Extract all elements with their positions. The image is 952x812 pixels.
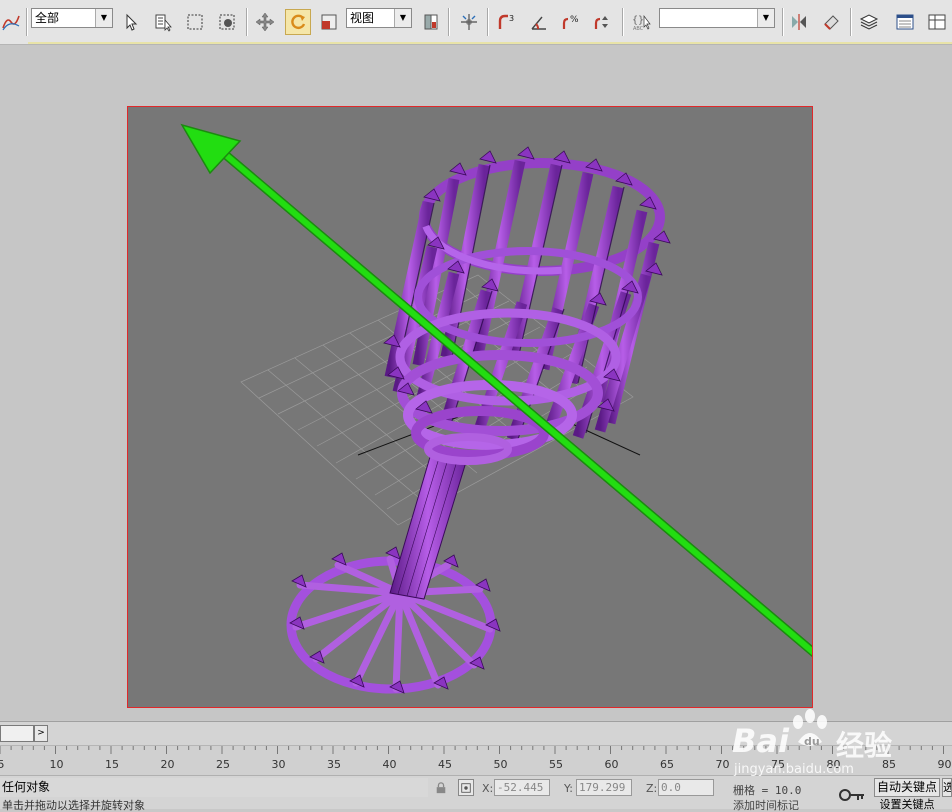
mirror-icon[interactable] [788,9,810,35]
move-icon[interactable] [254,9,276,35]
toolbar-separator [448,8,450,36]
angle-snap-icon[interactable] [528,9,550,35]
set-key-button[interactable]: 设置关键点 [874,799,940,811]
manipulate-icon[interactable] [458,9,480,35]
reference-coord-dropdown[interactable]: 视图 ▼ [346,8,412,28]
tick-label: 50 [493,758,508,771]
chevron-down-icon: ▼ [757,9,774,27]
tick-label: 90 [937,758,952,771]
z-coordinate-field[interactable]: 0.0 [658,779,714,796]
select-icon[interactable] [120,9,142,35]
tick-label: 10 [49,758,64,771]
z-label: Z: [646,782,658,795]
toolbar-separator [26,8,28,36]
status-bar: 任何对象 单击并拖动以选择并旋转对象 X: -52.445 Y: 179.299… [0,775,952,812]
reference-coord-value: 视图 [350,11,375,25]
toolbar-separator [782,8,784,36]
main-toolbar: 全部 ▼ 视图 ▼ 3 % {} ABC ▼ [0,0,952,45]
tick-label: 35 [327,758,341,771]
svg-text:3: 3 [509,14,514,23]
curve-editor-icon[interactable] [894,9,916,35]
svg-text:%: % [570,15,579,25]
align-icon[interactable] [820,9,842,35]
auto-key-button[interactable]: 自动关键点 [874,778,940,797]
svg-text:ABC: ABC [633,26,644,32]
tick-label: 85 [882,758,896,771]
window-crossing-icon[interactable] [216,9,238,35]
key-icon[interactable] [838,786,866,804]
tick-label: 5 [0,758,5,771]
grid-size: 栅格 = 10.0 [733,784,802,797]
snap-3d-icon[interactable]: 3 [496,9,518,35]
toolbar-separator [622,8,624,36]
tick-label: 55 [549,758,563,771]
edit-named-selection-icon[interactable]: {} ABC [630,9,652,35]
rect-region-icon[interactable] [184,9,206,35]
goblet-base [286,546,501,694]
rotate-icon[interactable] [285,9,311,35]
scale-icon[interactable] [318,9,340,35]
tick-label: 70 [715,758,730,771]
add-time-tag[interactable]: 添加时间标记 [733,800,799,812]
toolbar-separator [487,8,489,36]
tick-label: 60 [604,758,619,771]
track-icon[interactable] [0,9,22,35]
tick-label: 40 [382,758,397,771]
next-frame-button[interactable]: > [34,725,48,742]
spinner-snap-icon[interactable] [592,9,614,35]
goblet-scene [180,123,812,694]
selected-dropdown[interactable]: 选 [942,778,952,797]
toolbar-separator [246,8,248,36]
absolute-mode-icon[interactable] [458,779,474,796]
render-setup-icon[interactable] [926,9,948,35]
pivot-icon[interactable] [420,9,442,35]
tick-label: 20 [160,758,175,771]
tick-label: 25 [216,758,230,771]
prompt-line: 单击并拖动以选择并旋转对象 [2,799,145,812]
y-coordinate-field[interactable]: 179.299 [576,779,632,796]
x-label: X: [482,782,494,795]
y-label: Y: [564,782,573,795]
tick-label: 45 [438,758,452,771]
time-slider-handle[interactable] [0,725,34,742]
tick-label: 15 [105,758,119,771]
watermark-url: jingyan.baidu.com [734,762,854,777]
tick-label: 65 [660,758,674,771]
svg-text:{}: {} [632,15,644,26]
toolbar-underline [28,42,952,44]
tick-label: 30 [271,758,286,771]
percent-snap-icon[interactable]: % [560,9,582,35]
lock-icon[interactable] [433,779,449,796]
selection-filter-value: 全部 [35,11,60,25]
toolbar-separator [850,8,852,36]
perspective-viewport[interactable] [127,106,813,708]
layer-manager-icon[interactable] [858,9,880,35]
selection-status: 任何对象 [0,778,428,797]
select-by-name-icon[interactable] [152,9,174,35]
x-coordinate-field[interactable]: -52.445 [494,779,550,796]
selection-filter-dropdown[interactable]: 全部 ▼ [31,8,113,28]
named-selection-dropdown[interactable]: ▼ [659,8,775,28]
chevron-down-icon: ▼ [95,9,112,27]
time-slider-bar[interactable]: > [0,721,952,746]
chevron-down-icon: ▼ [394,9,411,27]
